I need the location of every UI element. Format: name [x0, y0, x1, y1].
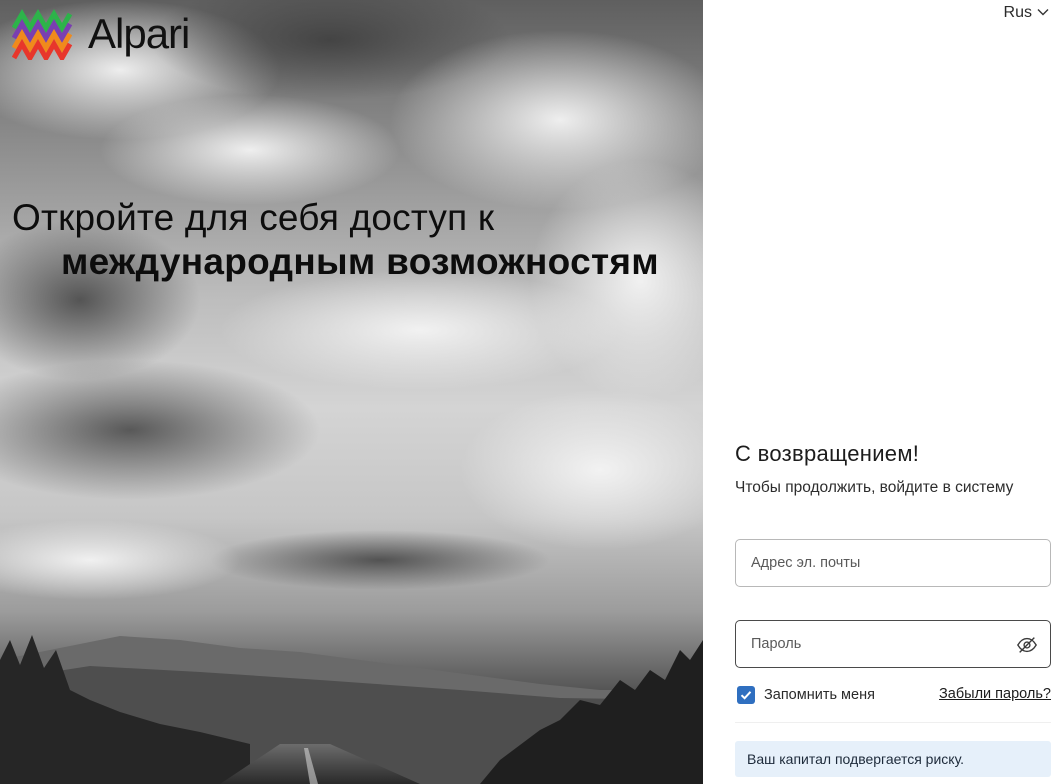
hero-headline-line2: международным возможностям [61, 241, 659, 282]
language-selector[interactable]: Rus [1004, 4, 1049, 22]
password-field-container [735, 620, 1051, 668]
alpari-logo[interactable]: Alpari [12, 8, 190, 60]
login-title: С возвращением! [735, 441, 920, 466]
email-field-container [735, 539, 1051, 587]
brand-name: Alpari [88, 10, 190, 57]
remember-me[interactable]: Запомнить меня [737, 686, 875, 704]
hero-panel: Alpari Откройте для себя доступ к междун… [0, 0, 703, 784]
checkmark-icon [740, 691, 752, 700]
remember-me-label: Запомнить меня [764, 687, 875, 703]
language-label: Rus [1003, 4, 1032, 21]
divider [735, 722, 1051, 723]
login-subtitle: Чтобы продолжить, войдите в систему [735, 479, 1014, 496]
hero-landscape-image [0, 0, 703, 784]
chevron-down-icon [1037, 9, 1049, 16]
hero-headline-line1: Откройте для себя доступ к [12, 197, 495, 238]
hero-headline: Откройте для себя доступ к международным… [12, 196, 659, 284]
email-input[interactable] [736, 540, 1050, 586]
forgot-password-link[interactable]: Забыли пароль? [939, 686, 1051, 702]
login-panel: Rus С возвращением! Чтобы продолжить, во… [703, 0, 1061, 784]
risk-notice: Ваш капитал подвергается риску. [735, 741, 1051, 777]
remember-me-checkbox[interactable] [737, 686, 755, 704]
password-input[interactable] [736, 621, 1050, 667]
risk-notice-text: Ваш капитал подвергается риску. [747, 751, 965, 767]
eye-off-icon[interactable] [1016, 634, 1038, 656]
alpari-logo-mark-icon [12, 8, 73, 60]
